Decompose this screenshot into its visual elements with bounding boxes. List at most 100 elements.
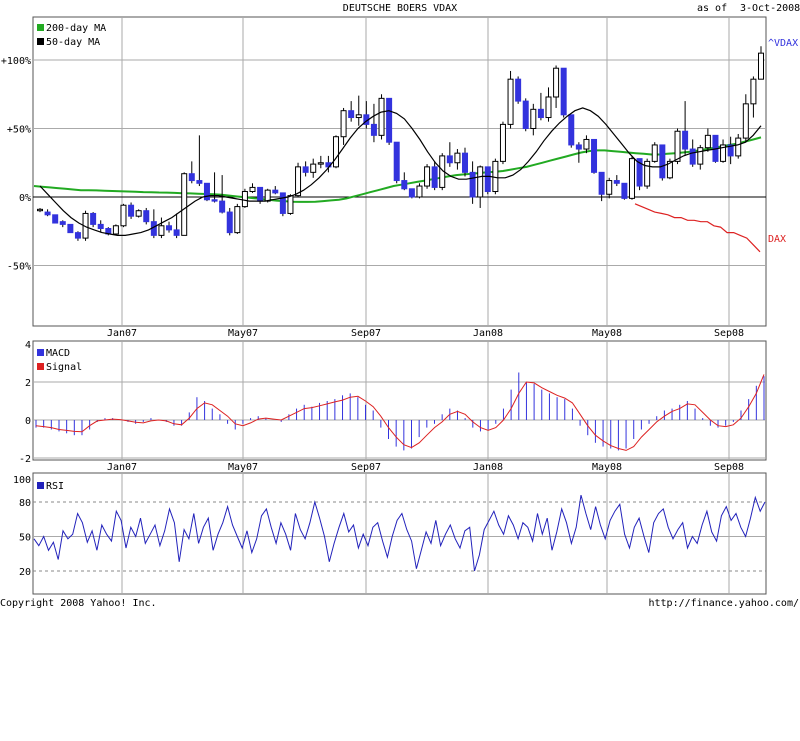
- rsi-series: [33, 494, 766, 572]
- y-tick-label: 2: [25, 378, 31, 389]
- candle-up: [499, 123, 506, 162]
- dax-series-label: DAX: [768, 234, 786, 245]
- candle-down: [537, 108, 544, 119]
- x-tick-label: May07: [228, 462, 258, 473]
- candle-down: [90, 212, 97, 225]
- candle-down: [44, 211, 51, 216]
- candle-down: [515, 78, 522, 102]
- y-tick-label: 100: [13, 475, 31, 486]
- stock-chart: DEUTSCHE BOERS VDAX as of 3-Oct-2008 Jan…: [0, 3, 800, 609]
- price-legend: 200-day MA 50-day MA: [37, 23, 106, 48]
- candle-down: [408, 188, 415, 198]
- x-tick-label: Sep07: [351, 328, 381, 339]
- candle-up: [651, 144, 658, 162]
- candle-up: [697, 147, 704, 165]
- candle-down: [386, 97, 393, 143]
- candle-down: [203, 182, 210, 201]
- x-tick-label: Sep08: [714, 328, 744, 339]
- candle-down: [59, 221, 66, 225]
- candle-up: [378, 97, 385, 136]
- x-tick-label: May08: [592, 328, 622, 339]
- candle-up: [355, 114, 362, 119]
- legend-label-macd: MACD: [46, 348, 70, 359]
- candle-down: [393, 141, 400, 182]
- candle-down: [469, 171, 476, 198]
- candle-down: [128, 204, 135, 217]
- axis-labels: Jan07 Jan07 May07 May07 Sep07 Sep07 Jan08 Jan08…: [1, 56, 744, 578]
- x-tick-label: Sep08: [714, 462, 744, 473]
- x-tick-label: Jan08: [473, 462, 503, 473]
- y-tick-label: -2: [19, 454, 31, 465]
- candle-up: [249, 186, 256, 193]
- candle-down: [689, 148, 696, 165]
- candle-down: [598, 171, 605, 195]
- legend-swatch-signal: [37, 363, 44, 370]
- legend-label-ma50: 50-day MA: [46, 37, 100, 48]
- candle-up: [424, 166, 431, 187]
- chart-title: DEUTSCHE BOERS VDAX: [343, 3, 457, 14]
- y-tick-label: 80: [19, 498, 31, 509]
- candle-up: [507, 78, 514, 125]
- candle-up: [241, 191, 248, 208]
- legend-label-ma200: 200-day MA: [46, 23, 106, 34]
- as-of-label: as of: [697, 3, 727, 14]
- candle-down: [74, 232, 81, 239]
- x-tick-label: Sep07: [351, 462, 381, 473]
- rsi-line: [33, 494, 766, 572]
- candle-down: [484, 166, 491, 193]
- candle-up: [317, 162, 324, 165]
- candle-up: [310, 163, 317, 173]
- candle-up: [545, 96, 552, 119]
- candle-down: [166, 225, 173, 231]
- candle-up: [135, 210, 142, 217]
- as-of-date: 3-Oct-2008: [740, 3, 800, 14]
- candle-down: [188, 173, 195, 182]
- candle-up: [628, 158, 635, 199]
- candle-down: [621, 182, 628, 199]
- y-tick-label: +50%: [7, 125, 31, 136]
- candle-down: [173, 229, 180, 236]
- price-series: [33, 46, 764, 253]
- x-tick-label: May07: [228, 328, 258, 339]
- candle-down: [52, 214, 59, 224]
- candle-down: [272, 189, 279, 194]
- candle-up: [704, 134, 711, 149]
- y-tick-label: 0: [25, 416, 31, 427]
- rsi-legend: RSI: [37, 481, 64, 492]
- candle-up: [234, 206, 241, 234]
- legend-swatch-ma200: [37, 24, 44, 31]
- legend-label-rsi: RSI: [46, 481, 64, 492]
- candle-up: [264, 189, 271, 202]
- candle-down: [522, 100, 529, 129]
- candle-down: [226, 211, 233, 234]
- x-tick-label: Jan07: [107, 328, 137, 339]
- candle-down: [348, 110, 355, 119]
- candle-up: [477, 166, 484, 198]
- dax-line: [634, 203, 761, 253]
- macd-series: [35, 372, 765, 451]
- candle-up: [606, 180, 613, 195]
- candle-down: [97, 223, 104, 230]
- source-url[interactable]: http://finance.yahoo.com/: [648, 598, 799, 609]
- y-tick-label: 0%: [19, 193, 31, 204]
- candle-up: [332, 136, 339, 168]
- candle-down: [219, 200, 226, 213]
- candle-down: [401, 180, 408, 190]
- candle-up: [287, 195, 294, 214]
- candle-up: [37, 208, 43, 212]
- x-tick-label: Jan08: [473, 328, 503, 339]
- candle-up: [750, 78, 757, 105]
- candle-up: [112, 225, 119, 235]
- candle-down: [67, 223, 74, 234]
- macd-legend: MACD Signal: [37, 348, 82, 373]
- x-tick-label: May08: [592, 462, 622, 473]
- candle-down: [431, 166, 438, 188]
- candle-up: [416, 185, 423, 198]
- candle-down: [682, 130, 689, 150]
- y-tick-label: 20: [19, 567, 31, 578]
- candle-up: [674, 130, 681, 162]
- candle-down: [257, 186, 264, 202]
- macd-panel-frame: [32, 340, 767, 461]
- candle-down: [575, 144, 582, 150]
- candle-down: [196, 180, 203, 184]
